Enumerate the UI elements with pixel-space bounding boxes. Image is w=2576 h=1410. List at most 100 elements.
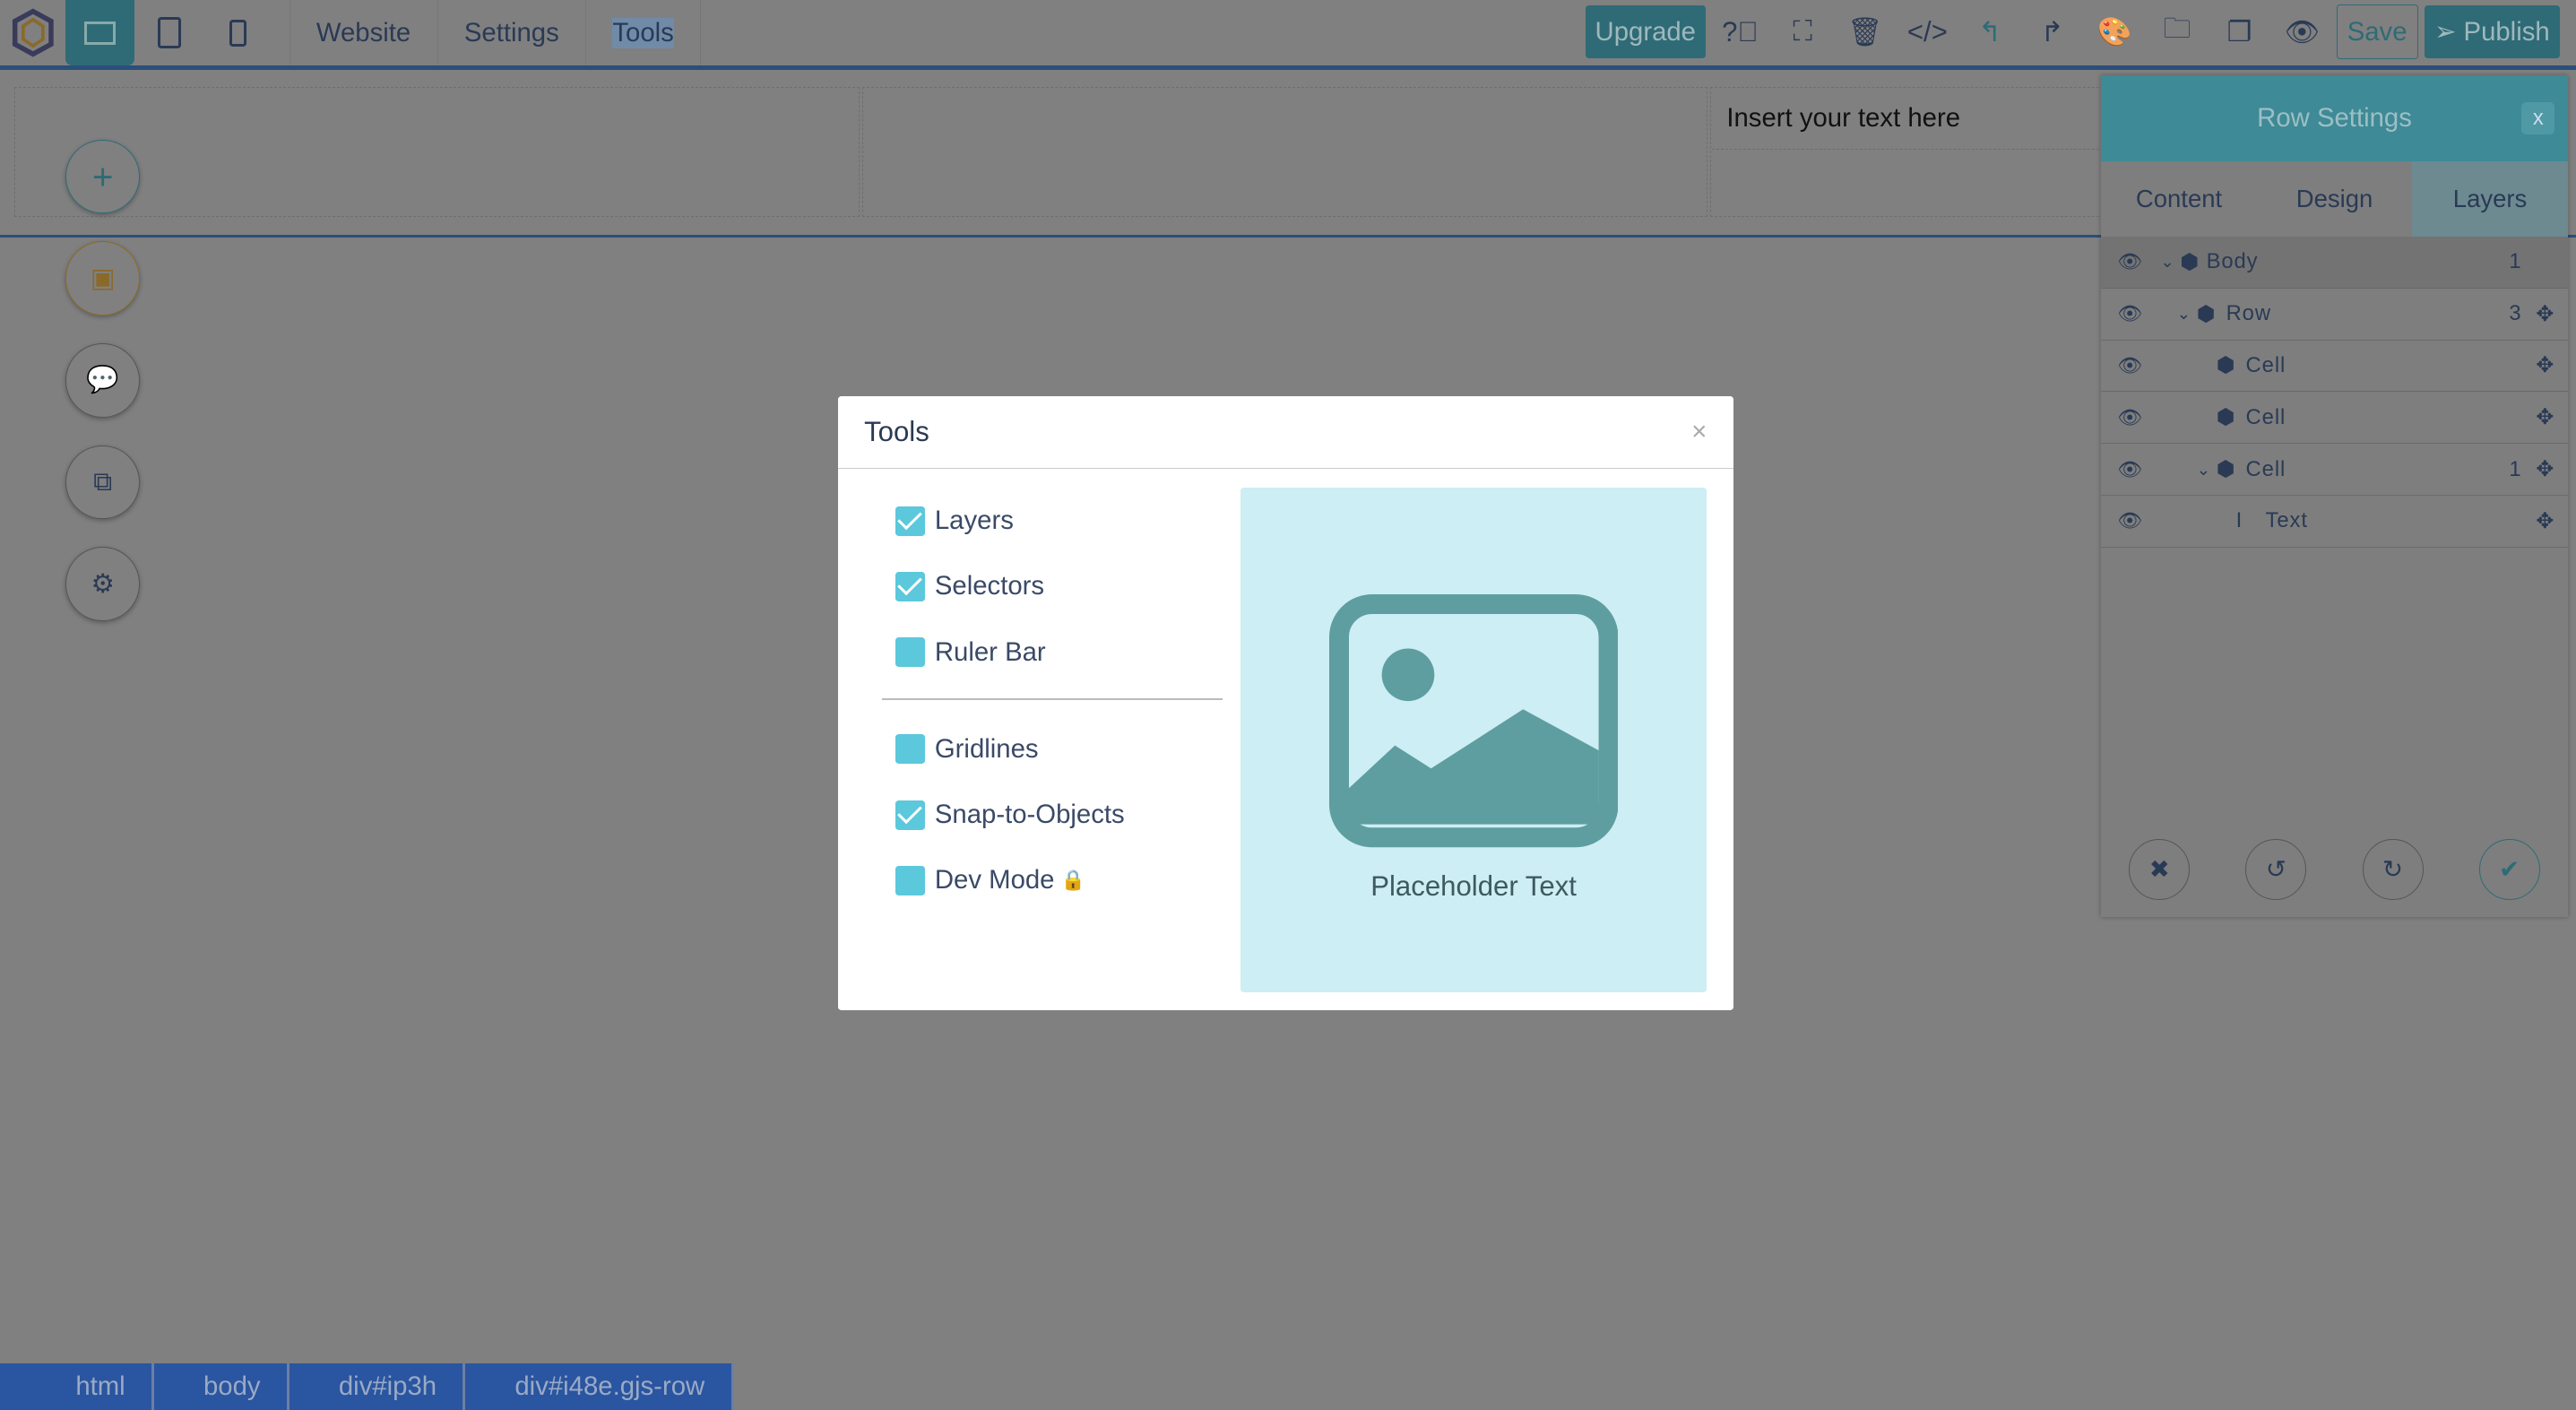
move-icon[interactable]: ✥: [2536, 508, 2554, 534]
option-label: Selectors: [934, 571, 1045, 601]
cancel-button[interactable]: ✖: [2129, 839, 2191, 901]
settings-button[interactable]: ⚙: [65, 547, 140, 621]
menu-label: Tools: [612, 17, 674, 48]
move-icon[interactable]: ✥: [2536, 352, 2554, 378]
mobile-view-button[interactable]: [203, 0, 272, 65]
preview-eye-icon[interactable]: 👁: [2274, 5, 2330, 58]
breadcrumb-item[interactable]: div#i48e.gjs-row: [465, 1363, 734, 1410]
redo-icon[interactable]: ↱: [2025, 5, 2080, 58]
confirm-button[interactable]: ✔: [2478, 839, 2540, 901]
tool-option[interactable]: Snap-to-Objects: [882, 782, 1222, 847]
canvas-cell[interactable]: [862, 87, 1707, 218]
pages-icon[interactable]: ❐: [2211, 5, 2267, 58]
eye-icon[interactable]: 👁: [2118, 302, 2144, 325]
gear-icon: ⚙: [91, 569, 115, 600]
layer-count: 1: [2509, 249, 2522, 274]
chevron-down-icon[interactable]: ⌄: [2197, 460, 2211, 480]
image-placeholder-icon: [1328, 594, 1619, 848]
close-panel-button[interactable]: x: [2521, 101, 2555, 135]
eye-icon[interactable]: 👁: [2118, 509, 2144, 532]
save-button[interactable]: Save: [2336, 4, 2418, 60]
layers-button[interactable]: ⧉: [65, 445, 140, 520]
comments-button[interactable]: 💬: [65, 343, 140, 418]
canvas-cell[interactable]: [14, 87, 860, 218]
tablet-icon: [157, 17, 181, 49]
breadcrumb: html body div#ip3h div#i48e.gjs-row: [0, 1363, 734, 1410]
comment-icon: 💬: [86, 365, 119, 395]
plus-icon: +: [91, 155, 114, 197]
mobile-icon: [229, 19, 247, 47]
panel-title: Row Settings: [2257, 102, 2412, 133]
option-label: Layers: [934, 506, 1014, 536]
tab-design[interactable]: Design: [2257, 161, 2413, 237]
tab-content[interactable]: Content: [2101, 161, 2257, 237]
preview-panel: Placeholder Text: [1240, 488, 1707, 993]
upgrade-button[interactable]: Upgrade: [1585, 5, 1706, 59]
help-icon[interactable]: ?⃝: [1712, 5, 1768, 58]
checkbox[interactable]: [895, 637, 925, 668]
fullscreen-icon[interactable]: ⛶: [1775, 5, 1830, 58]
redo-button[interactable]: ↻: [2362, 839, 2424, 901]
layer-count: 1: [2509, 456, 2522, 481]
trash-icon[interactable]: 🗑: [1837, 5, 1893, 58]
publish-label: Publish: [2463, 16, 2550, 47]
checkbox[interactable]: [895, 506, 925, 536]
layer-name: Row: [2226, 301, 2271, 326]
eye-icon[interactable]: 👁: [2118, 458, 2144, 481]
layer-count: 3: [2509, 301, 2522, 326]
checkbox[interactable]: [895, 865, 925, 895]
folder-icon[interactable]: 🗀: [2149, 5, 2205, 58]
layer-row[interactable]: 👁 ⌄ ⬢ Body 1: [2101, 236, 2568, 289]
layer-row[interactable]: 👁 ⌄ ⬢ Row 3 ✥: [2101, 289, 2568, 341]
palette-icon[interactable]: 🎨: [2087, 5, 2142, 58]
eye-icon[interactable]: 👁: [2118, 406, 2144, 429]
move-icon[interactable]: ✥: [2536, 301, 2554, 327]
tool-option[interactable]: Ruler Bar: [882, 619, 1222, 685]
checkbox[interactable]: [895, 571, 925, 601]
layer-name: Text: [2265, 508, 2308, 533]
cube-icon: ⬢: [2196, 301, 2217, 326]
placeholder-text: Placeholder Text: [1370, 870, 1577, 903]
desktop-view-button[interactable]: [65, 0, 135, 66]
publish-button[interactable]: ➢ Publish: [2424, 5, 2560, 59]
media-button[interactable]: ▣: [65, 241, 140, 316]
cube-icon: ⬢: [2216, 457, 2236, 482]
close-icon: ✖: [2148, 855, 2170, 884]
breadcrumb-item[interactable]: body: [154, 1363, 290, 1410]
layer-row[interactable]: 👁 ⬢ Cell ✥: [2101, 392, 2568, 445]
tablet-view-button[interactable]: [134, 0, 203, 65]
menu-website[interactable]: Website: [289, 0, 437, 66]
eye-icon[interactable]: 👁: [2118, 354, 2144, 377]
tool-option[interactable]: Dev Mode 🔒: [882, 848, 1222, 913]
canvas-text[interactable]: Insert your text here: [1711, 87, 2100, 150]
tool-option[interactable]: Layers: [882, 488, 1222, 553]
code-icon[interactable]: </>: [1899, 5, 1955, 58]
layer-row[interactable]: 👁 I Text ✥: [2101, 496, 2568, 548]
move-icon[interactable]: ✥: [2536, 404, 2554, 430]
clone-icon: ⧉: [93, 467, 113, 497]
option-label: Snap-to-Objects: [934, 800, 1125, 830]
close-modal-button[interactable]: ×: [1691, 417, 1707, 447]
menu-tools[interactable]: Tools: [585, 0, 702, 66]
menu-settings[interactable]: Settings: [437, 0, 586, 66]
layer-row[interactable]: 👁 ⌄ ⬢ Cell 1 ✥: [2101, 444, 2568, 496]
move-icon[interactable]: ✥: [2536, 456, 2554, 482]
breadcrumb-item[interactable]: html: [0, 1363, 155, 1410]
top-toolbar: Website Settings Tools Upgrade ?⃝ ⛶ 🗑 </…: [0, 0, 2576, 71]
check-icon: ✔: [2499, 855, 2520, 884]
send-icon: ➢: [2433, 17, 2464, 48]
add-element-button[interactable]: +: [65, 139, 140, 214]
eye-icon[interactable]: 👁: [2118, 250, 2144, 273]
tool-option[interactable]: Selectors: [882, 554, 1222, 619]
undo-button[interactable]: ↺: [2245, 839, 2307, 901]
tab-layers[interactable]: Layers: [2412, 160, 2568, 237]
chevron-down-icon[interactable]: ⌄: [2177, 304, 2191, 324]
checkbox[interactable]: [895, 800, 925, 830]
checkbox[interactable]: [895, 734, 925, 765]
undo-icon[interactable]: ↰: [1962, 5, 2018, 58]
tool-option[interactable]: Gridlines: [882, 716, 1222, 782]
breadcrumb-item[interactable]: div#ip3h: [290, 1363, 466, 1410]
chevron-down-icon[interactable]: ⌄: [2160, 252, 2174, 272]
layer-name: Cell: [2245, 456, 2286, 481]
layer-row[interactable]: 👁 ⬢ Cell ✥: [2101, 341, 2568, 393]
